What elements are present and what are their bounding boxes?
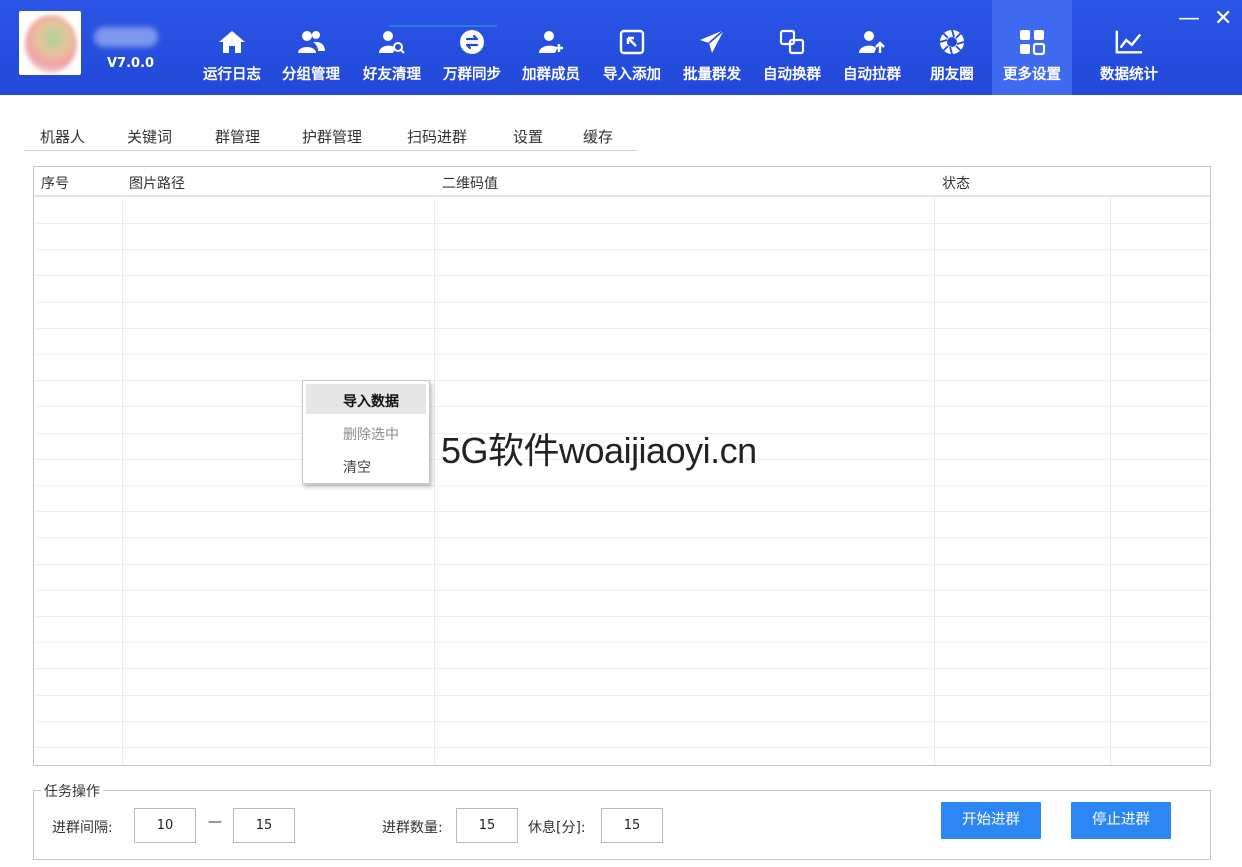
nav-group-manage[interactable]: 分组管理 — [276, 0, 346, 95]
table-row — [34, 668, 1210, 669]
nav-batch-send[interactable]: 批量群发 — [677, 0, 747, 95]
tab-scan-join[interactable]: 扫码进群 — [407, 126, 467, 147]
table-row — [34, 590, 1210, 591]
grid-icon — [1017, 27, 1047, 57]
active-tab-indicator — [389, 25, 497, 27]
tab-keywords[interactable]: 关键词 — [127, 126, 172, 147]
join-count-label: 进群数量: — [382, 820, 443, 836]
grid-column-divider — [1110, 198, 1111, 765]
table-row — [34, 564, 1210, 565]
start-join-button[interactable]: 开始进群 — [941, 802, 1041, 839]
avatar[interactable] — [19, 11, 81, 75]
table-row — [34, 223, 1210, 224]
version-label: V7.0.0 — [107, 56, 155, 71]
nav-friend-clean[interactable]: 好友清理 — [357, 0, 427, 95]
col-image-path[interactable]: 图片路径 — [129, 173, 185, 193]
range-dash: — — [208, 814, 222, 830]
col-status[interactable]: 状态 — [942, 173, 970, 193]
nav-data-stats[interactable]: 数据统计 — [1090, 0, 1168, 95]
home-icon — [217, 27, 247, 57]
tab-cache[interactable]: 缓存 — [583, 126, 613, 147]
nav-moments[interactable]: 朋友圈 — [917, 0, 987, 95]
nav-auto-pull[interactable]: 自动拉群 — [837, 0, 907, 95]
grid-column-divider — [122, 198, 123, 765]
col-qr-value[interactable]: 二维码值 — [442, 173, 498, 193]
menu-import-data[interactable]: 导入数据 — [306, 384, 426, 414]
table-row — [34, 642, 1210, 643]
table-row — [34, 747, 1210, 748]
table-row — [34, 616, 1210, 617]
stop-join-button[interactable]: 停止进群 — [1071, 802, 1171, 839]
nav-run-log[interactable]: 运行日志 — [197, 0, 267, 95]
rest-label: 休息[分]: — [528, 820, 586, 836]
task-group-title: 任务操作 — [41, 781, 103, 801]
nav-add-members[interactable]: 加群成员 — [516, 0, 586, 95]
join-count-input[interactable]: 15 — [456, 808, 518, 843]
title-bar: V7.0.0 运行日志 分组管理 好友清理 万群同步 加群成员 导入添加 批量群… — [0, 0, 1242, 95]
close-button[interactable]: ✕ — [1214, 8, 1232, 30]
sync-icon — [457, 27, 487, 57]
table-row — [34, 537, 1210, 538]
user-add-icon — [536, 27, 566, 57]
table-row — [34, 380, 1210, 381]
menu-delete-selected[interactable]: 删除选中 — [306, 417, 426, 447]
table-row — [34, 275, 1210, 276]
interval-min-input[interactable]: 10 — [134, 808, 196, 843]
grid-column-divider — [434, 198, 435, 765]
user-search-icon — [377, 27, 407, 57]
rest-input[interactable]: 15 — [601, 808, 663, 843]
nav-import-add[interactable]: 导入添加 — [597, 0, 667, 95]
menu-clear[interactable]: 清空 — [306, 450, 426, 480]
users-icon — [296, 27, 326, 57]
table-row — [34, 302, 1210, 303]
table-row — [34, 406, 1210, 407]
user-up-icon — [857, 27, 887, 57]
context-menu: 导入数据 删除选中 清空 — [302, 380, 430, 484]
table-row — [34, 354, 1210, 355]
table-header: 序号 图片路径 二维码值 状态 — [34, 167, 1210, 197]
minimize-button[interactable]: — — [1178, 8, 1200, 30]
aperture-icon — [937, 27, 967, 57]
import-icon — [617, 27, 647, 57]
chart-icon — [1114, 27, 1144, 57]
table-row — [34, 695, 1210, 696]
tab-group-protect[interactable]: 护群管理 — [302, 126, 362, 147]
grid-column-divider — [934, 198, 935, 765]
table-row — [34, 328, 1210, 329]
table-row — [34, 485, 1210, 486]
nav-auto-switch[interactable]: 自动换群 — [757, 0, 827, 95]
interval-max-input[interactable]: 15 — [233, 808, 295, 843]
username-blurred — [94, 27, 158, 47]
tab-group-manage[interactable]: 群管理 — [215, 126, 260, 147]
watermark-text: 5G软件woaijiaoyi.cn — [441, 430, 757, 471]
table-row — [34, 721, 1210, 722]
tab-bar: 机器人 关键词 群管理 护群管理 扫码进群 设置 缓存 — [24, 124, 636, 151]
switch-icon — [777, 27, 807, 57]
nav-more-settings[interactable]: 更多设置 — [992, 0, 1072, 95]
tab-settings[interactable]: 设置 — [513, 126, 543, 147]
interval-label: 进群间隔: — [52, 820, 113, 836]
send-icon — [697, 27, 727, 57]
table-row — [34, 249, 1210, 250]
nav-group-sync[interactable]: 万群同步 — [437, 0, 507, 95]
col-index[interactable]: 序号 — [41, 173, 69, 193]
tab-robot[interactable]: 机器人 — [40, 126, 85, 147]
table-row — [34, 511, 1210, 512]
